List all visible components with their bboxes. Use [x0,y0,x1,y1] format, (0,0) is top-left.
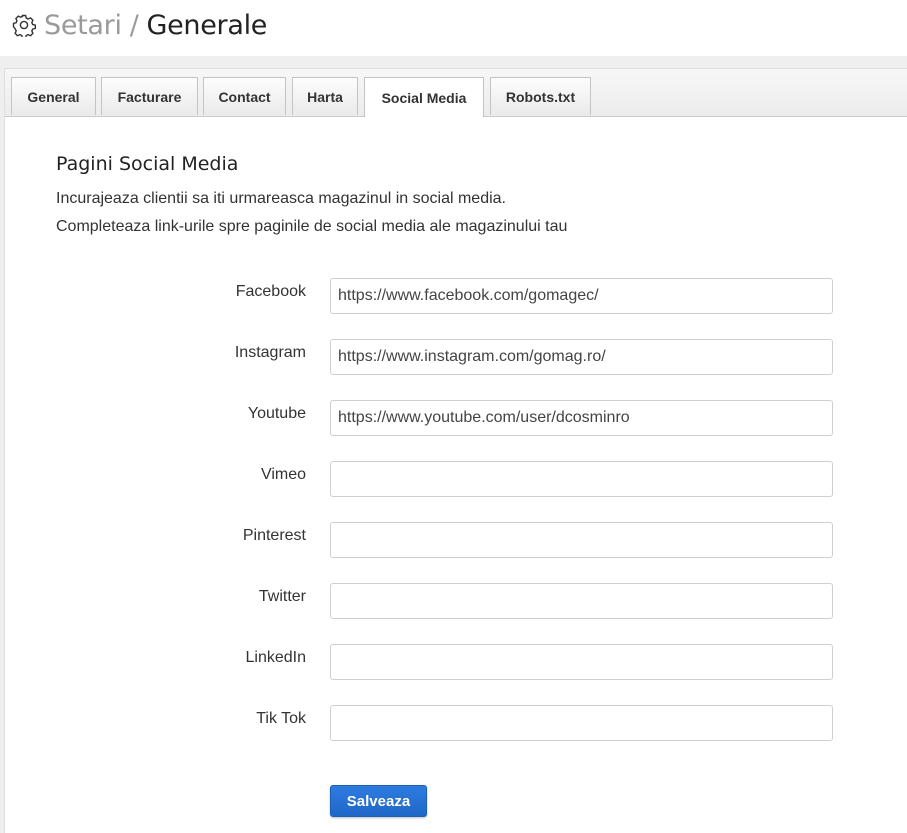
twitter-input[interactable] [330,583,833,619]
youtube-input[interactable] [330,400,833,436]
youtube-label: Youtube [247,405,306,422]
tiktok-input[interactable] [330,705,833,741]
breadcrumb-parent[interactable]: Setari [44,10,122,41]
page-header: Setari / Generale [0,0,907,56]
twitter-label: Twitter [258,588,306,605]
tab-harta[interactable]: Harta [292,77,358,115]
breadcrumb-separator: / [129,9,139,41]
instagram-label: Instagram [234,344,306,361]
pinterest-label: Pinterest [242,527,306,544]
page-title: Setari / Generale [12,8,267,42]
tiktok-label: Tik Tok [256,710,306,727]
tab-facturare[interactable]: Facturare [101,77,198,115]
linkedin-label: LinkedIn [245,649,307,666]
tab-general[interactable]: General [11,77,96,115]
tab-contact[interactable]: Contact [203,77,286,115]
instagram-input[interactable] [330,339,833,375]
breadcrumb-current: Generale [146,9,268,41]
linkedin-input[interactable] [330,644,833,680]
tab-social-media[interactable]: Social Media [364,77,484,117]
gear-icon [12,13,36,39]
section-description-line-1: Incurajeaza clientii sa iti urmareasca m… [56,190,506,207]
save-button[interactable]: Salveaza [330,785,427,817]
facebook-label: Facebook [235,283,306,300]
vimeo-label: Vimeo [260,466,306,483]
section-description-line-2: Completeaza link-urile spre paginile de … [56,218,568,235]
tab-robots-txt[interactable]: Robots.txt [490,77,591,115]
vimeo-input[interactable] [330,461,833,497]
facebook-input[interactable] [330,278,833,314]
pinterest-input[interactable] [330,522,833,558]
section-title: Pagini Social Media [56,153,239,175]
settings-panel: General Facturare Contact Harta Social M… [4,68,907,833]
tab-bar: General Facturare Contact Harta Social M… [5,69,907,117]
